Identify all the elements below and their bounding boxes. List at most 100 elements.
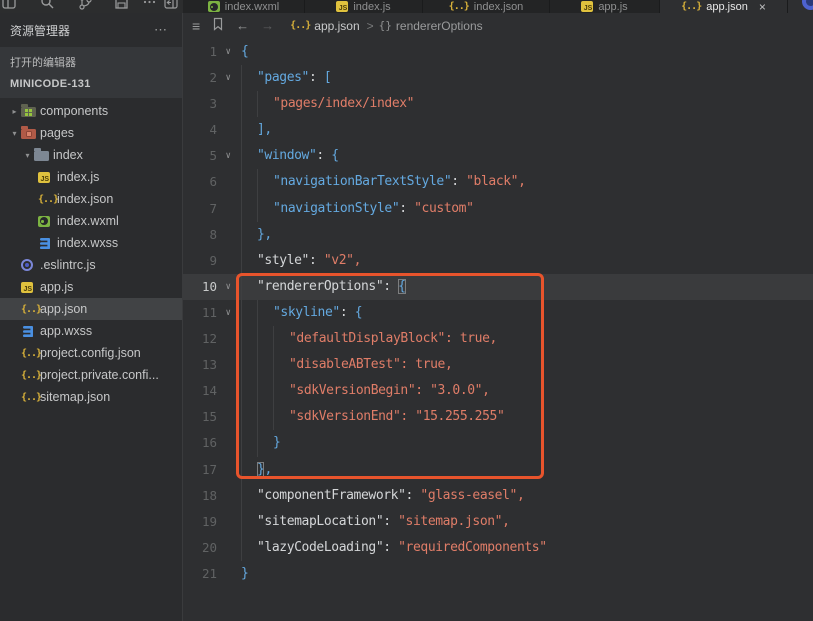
indent-guide [273, 404, 289, 431]
line-number: 9 [209, 252, 217, 268]
bookmark-icon[interactable] [212, 17, 224, 34]
fold-chevron-icon[interactable]: ∨ [217, 65, 239, 91]
indent-guide [241, 273, 257, 300]
code-line[interactable]: 11 ∨ "skyline": { [183, 299, 813, 327]
tab-index-json[interactable]: {..} index.json [423, 0, 550, 13]
tab-label: app.js [598, 0, 628, 13]
fold-gutter [217, 196, 239, 222]
code-line[interactable]: 14 "sdkVersionBegin": "3.0.0", [183, 378, 813, 405]
tree-item-app-json[interactable]: {..} app.json [0, 298, 182, 320]
code-token: : [339, 304, 355, 320]
code-line-content: "rendererOptions": { [239, 273, 813, 300]
code-token: true, [459, 331, 498, 347]
indent-guide [241, 247, 257, 274]
indent-guide [241, 326, 257, 353]
code-token: "disableABTest" [289, 357, 401, 373]
tree-item-eslintrc[interactable]: .eslintrc.js [0, 254, 182, 276]
wechat-devtools-editor-window: index.wxml JS index.js {..} index.json J… [0, 0, 813, 621]
close-icon[interactable]: × [759, 1, 766, 13]
code-line[interactable]: 6 "navigationBarTextStyle": "black", [183, 169, 813, 196]
code-lines: 1 ∨{2 ∨ "pages": [3 "pages/index/index" 4], 5 ∨… [183, 39, 813, 587]
code-line-content: "pages": [ [239, 65, 813, 92]
fold-gutter [217, 222, 239, 248]
code-line[interactable]: 3 "pages/index/index" [183, 91, 813, 118]
code-token: "lazyCodeLoading" [257, 539, 384, 555]
line-number: 21 [201, 565, 217, 581]
code-token: ], [257, 122, 272, 138]
line-number: 5 [209, 148, 217, 164]
code-line[interactable]: 8}, [183, 221, 813, 248]
open-editors-section[interactable]: 打开的编辑器 [0, 51, 182, 73]
partial-blue-circle-icon [802, 0, 813, 10]
code-token: "rendererOptions" [257, 278, 384, 294]
code-token: "requiredComponents" [398, 539, 547, 555]
code-token: "pages" [257, 70, 309, 86]
tree-item-index-wxml[interactable]: index.wxml [0, 210, 182, 232]
forward-arrow-icon[interactable]: → [261, 18, 274, 33]
tree-item-pages[interactable]: ▾ pages [0, 122, 182, 144]
fold-chevron-icon[interactable]: ∨ [217, 39, 239, 65]
code-line-content: }, [239, 456, 813, 483]
line-number: 12 [201, 331, 217, 347]
tree-item-components[interactable]: ▸ components [0, 100, 182, 122]
project-section[interactable]: MINICODE-131 [0, 73, 182, 92]
code-editor[interactable]: 1 ∨{2 ∨ "pages": [3 "pages/index/index" 4], 5 ∨… [183, 38, 813, 621]
line-number: 8 [209, 226, 217, 242]
chevron-down-icon[interactable]: ▾ [8, 129, 21, 138]
code-line[interactable]: 17}, [183, 456, 813, 483]
code-line[interactable]: 4], [183, 117, 813, 144]
chevron-right-icon[interactable]: ▸ [8, 107, 21, 116]
breadcrumb-symbol[interactable]: rendererOptions [396, 19, 483, 33]
code-line[interactable]: 18 "componentFramework": "glass-easel", [183, 482, 813, 509]
sidebar-more-icon[interactable]: ⋯ [154, 22, 168, 38]
code-token: "navigationBarTextStyle" [273, 174, 452, 190]
code-line[interactable]: 7 "navigationStyle": "custom" [183, 195, 813, 222]
components-folder-icon [21, 104, 36, 117]
fold-chevron-icon[interactable]: ∨ [217, 143, 239, 169]
code-line[interactable]: 10 ∨ "rendererOptions": { [183, 273, 813, 300]
back-arrow-icon[interactable]: ← [236, 18, 249, 33]
code-token: "navigationStyle" [273, 200, 400, 216]
json-file-icon: {..} [448, 1, 470, 12]
indent-guide [241, 91, 257, 118]
code-token: "sdkVersionEnd" [289, 409, 401, 425]
tree-item-app-js[interactable]: JS app.js [0, 276, 182, 298]
breadcrumb-file[interactable]: app.json [314, 19, 359, 33]
code-token: "sitemap.json", [398, 513, 510, 529]
tab-index-wxml[interactable]: index.wxml [183, 0, 305, 13]
outline-icon[interactable]: ≡ [192, 18, 200, 34]
code-token: : [400, 409, 416, 425]
indent-guide [241, 482, 257, 509]
code-line[interactable]: 5 ∨ "window": { [183, 143, 813, 170]
fold-chevron-icon[interactable]: ∨ [217, 300, 239, 326]
tree-item-index-wxss[interactable]: index.wxss [0, 232, 182, 254]
tab-app-js[interactable]: JS app.js [550, 0, 660, 13]
tree-item-index-json[interactable]: {..} index.json [0, 188, 182, 210]
code-line[interactable]: 19 "sitemapLocation": "sitemap.json", [183, 508, 813, 535]
line-number: 16 [201, 435, 217, 451]
code-line[interactable]: 20 "lazyCodeLoading": "requiredComponents… [183, 534, 813, 561]
tree-item-index-js[interactable]: JS index.js [0, 166, 182, 188]
code-token: : [383, 513, 399, 529]
tree-item-index[interactable]: ▾ index [0, 144, 182, 166]
tree-item-sitemap-json[interactable]: {..} sitemap.json [0, 386, 182, 408]
code-line[interactable]: 1 ∨{ [183, 39, 813, 65]
code-line[interactable]: 21} [183, 561, 813, 587]
tree-item-project-private-config[interactable]: {..} project.private.confi... [0, 364, 182, 386]
code-line[interactable]: 2 ∨ "pages": [ [183, 65, 813, 92]
tab-index-js[interactable]: JS index.js [305, 0, 423, 13]
code-line[interactable]: 9 "style": "v2", [183, 247, 813, 274]
tab-app-json[interactable]: {..} app.json × [660, 0, 788, 13]
tree-item-app-wxss[interactable]: app.wxss [0, 320, 182, 342]
code-line[interactable]: 16} [183, 430, 813, 457]
tree-item-project-config[interactable]: {..} project.config.json [0, 342, 182, 364]
code-line-content: "style": "v2", [239, 247, 813, 274]
fold-gutter [217, 378, 239, 404]
code-line[interactable]: 15 "sdkVersionEnd": "15.255.255" [183, 404, 813, 431]
chevron-down-icon[interactable]: ▾ [21, 151, 34, 160]
fold-chevron-icon[interactable]: ∨ [217, 274, 239, 300]
code-line[interactable]: 12 "defaultDisplayBlock": true, [183, 326, 813, 353]
js-file-icon: JS [21, 281, 33, 293]
code-line[interactable]: 13 "disableABTest": true, [183, 352, 813, 379]
code-token: : [309, 252, 324, 268]
